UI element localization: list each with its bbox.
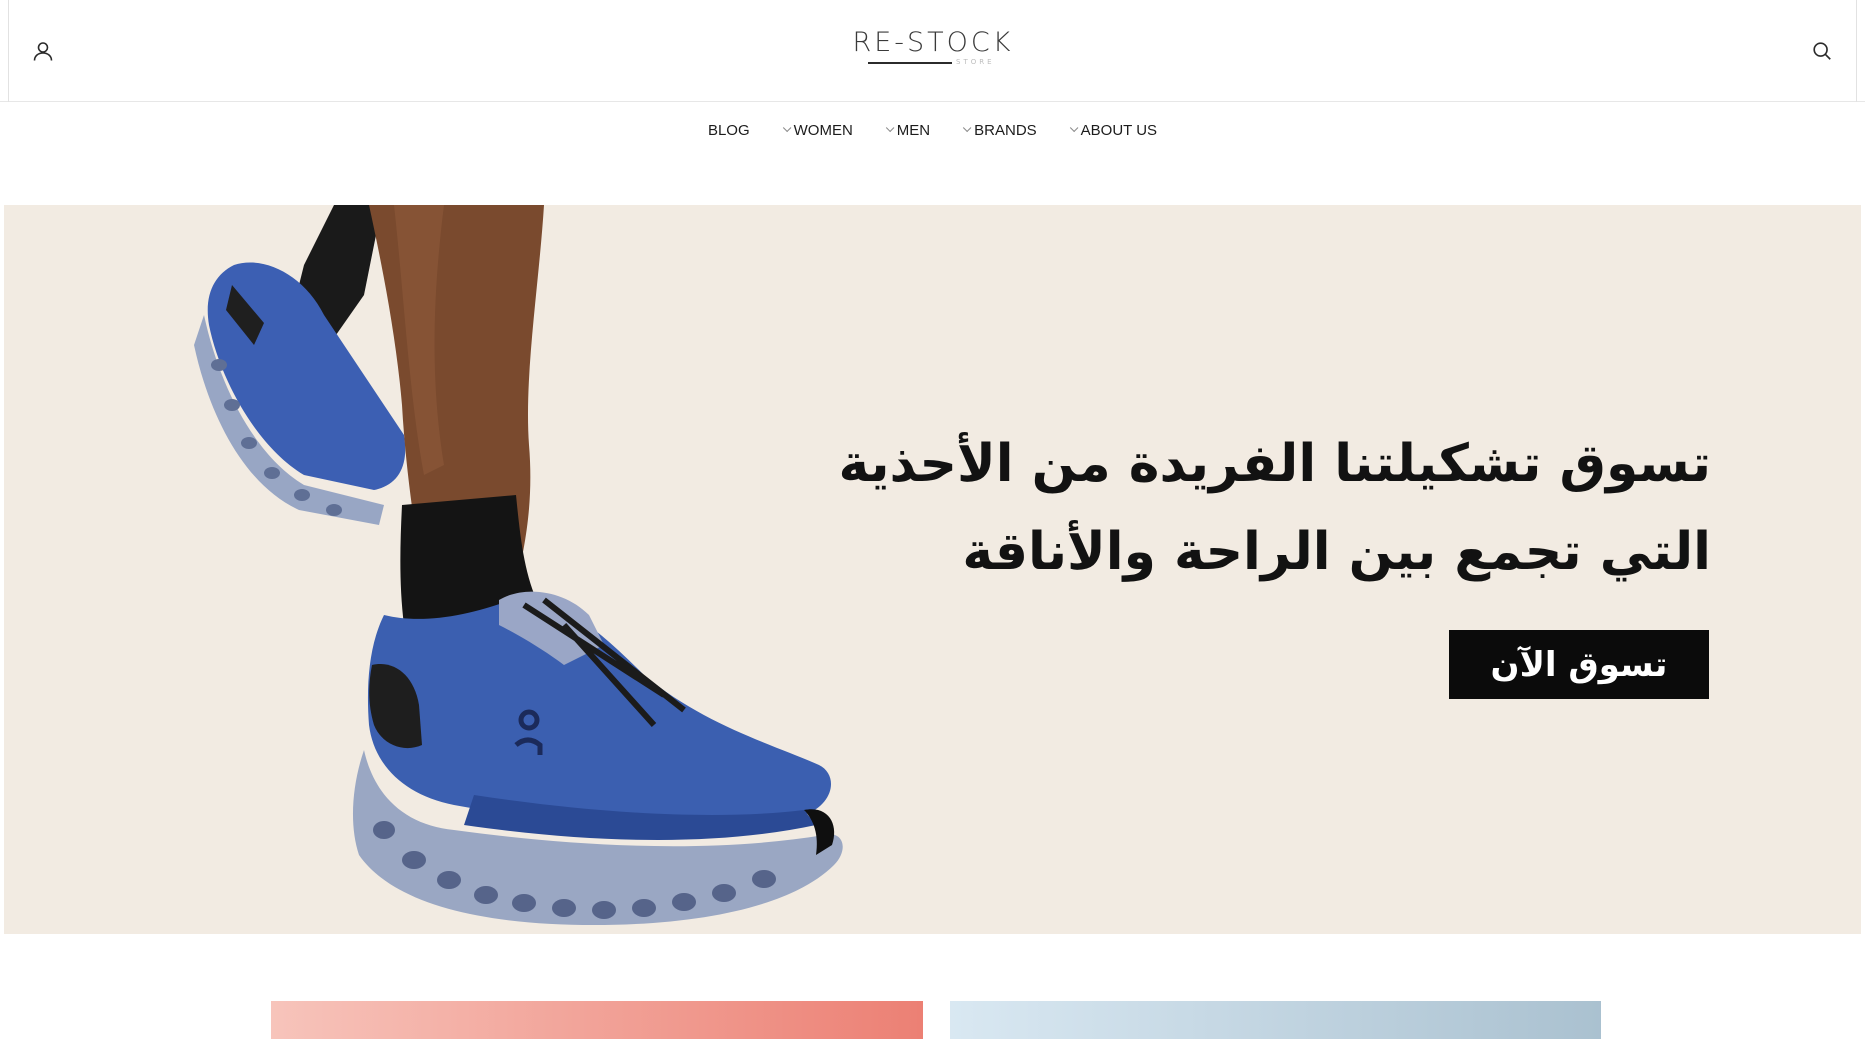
site-header: RE-STOCK STORE	[0, 0, 1865, 102]
header-border-right	[1856, 0, 1857, 102]
hero-headline-line-2: التي تجمع بين الراحة والأناقة	[962, 522, 1711, 582]
search-button[interactable]	[1805, 34, 1839, 68]
chevron-down-icon	[782, 123, 791, 133]
nav-item-men[interactable]: MEN	[885, 122, 930, 139]
nav-item-about-us[interactable]: ABOUT US	[1069, 122, 1157, 139]
hero-banner[interactable]: تسوق تشكيلتنا الفريدة من الأحذية التي تج…	[4, 205, 1861, 934]
category-banner-right[interactable]	[950, 1001, 1601, 1039]
store-logo[interactable]: RE-STOCK STORE	[838, 28, 1028, 72]
logo-text: RE-STOCK	[852, 27, 1014, 58]
logo-underline	[868, 62, 952, 64]
main-navigation: BLOG WOMEN MEN BRANDS ABOUT US	[0, 102, 1865, 158]
nav-item-label: ABOUT US	[1080, 121, 1158, 139]
hero-headline-line-1: تسوق تشكيلتنا الفريدة من الأحذية	[838, 434, 1711, 494]
nav-item-women[interactable]: WOMEN	[782, 122, 853, 139]
chevron-down-icon	[1069, 123, 1079, 133]
hero-headline: تسوق تشكيلتنا الفريدة من الأحذية التي تج…	[761, 420, 1711, 596]
nav-item-blog[interactable]: BLOG	[708, 122, 750, 139]
nav-item-label: BLOG	[707, 121, 750, 139]
nav-item-label: MEN	[896, 121, 931, 139]
user-icon	[33, 42, 53, 61]
shop-now-button[interactable]: تسوق الآن	[1449, 630, 1709, 699]
chevron-down-icon	[885, 123, 895, 133]
category-banner-left[interactable]	[271, 1001, 923, 1039]
nav-item-label: WOMEN	[793, 121, 853, 139]
chevron-down-icon	[963, 123, 972, 133]
nav-item-label: BRANDS	[974, 121, 1037, 139]
nav-item-brands[interactable]: BRANDS	[962, 122, 1037, 139]
header-border-left	[8, 0, 9, 102]
search-icon	[1813, 42, 1831, 60]
account-button[interactable]	[26, 34, 60, 68]
logo-subtext: STORE	[956, 58, 995, 66]
